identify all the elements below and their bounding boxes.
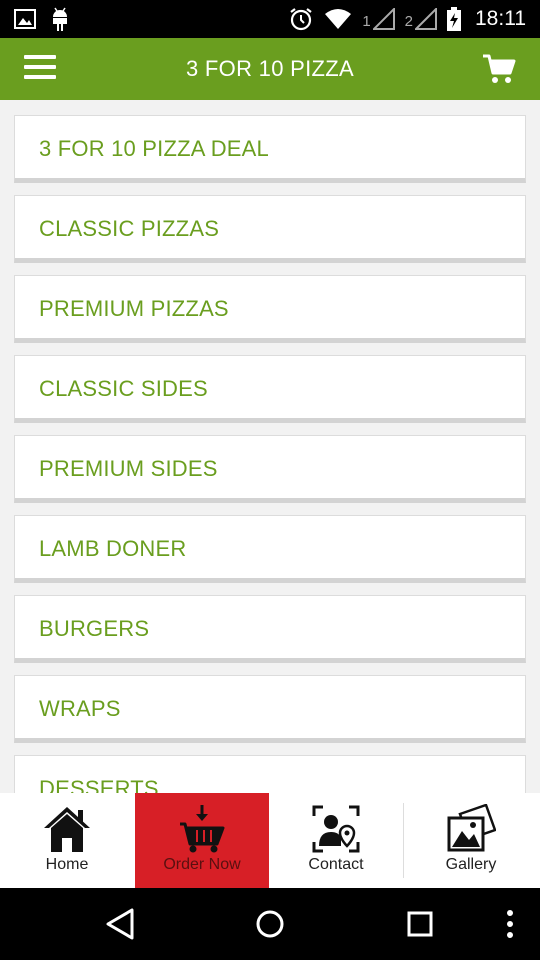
category-label: 3 FOR 10 PIZZA DEAL [39,136,269,161]
contact-location-icon [312,805,360,853]
more-vert-icon[interactable] [490,906,530,942]
sim2-label: 2 [404,13,413,30]
signal-icon [415,8,437,30]
nav-home[interactable]: Home [0,793,134,888]
nav-gallery[interactable]: Gallery [404,793,538,888]
page-title: 3 FOR 10 PIZZA [185,56,355,81]
system-navigation-bar [0,888,540,960]
alarm-icon [290,8,312,31]
category-item-classic-pizzas[interactable]: CLASSIC PIZZAS [14,195,526,263]
category-label: LAMB DONER [39,536,187,561]
gallery-icon [447,804,496,852]
gallery-notification-icon [14,9,36,29]
nav-home-label: Home [45,856,89,873]
menu-content: 3 FOR 10 PIZZA DEAL CLASSIC PIZZAS PREMI… [0,100,540,793]
back-icon[interactable] [102,906,142,942]
category-item-desserts[interactable]: DESSERTS [14,755,526,793]
category-label: CLASSIC PIZZAS [39,216,220,241]
bottom-navigation: Home Order Now Contact Gallery [0,793,540,888]
home-circle-icon[interactable] [250,906,290,942]
category-list: 3 FOR 10 PIZZA DEAL CLASSIC PIZZAS PREMI… [14,115,526,793]
category-label: DESSERTS [39,776,159,793]
recents-icon[interactable] [400,906,440,942]
category-item-3-for-10-pizza-deal[interactable]: 3 FOR 10 PIZZA DEAL [14,115,526,183]
android-icon [53,7,67,31]
sim2-signal: 2 [405,8,437,30]
nav-contact[interactable]: Contact [269,793,403,888]
category-item-lamb-doner[interactable]: LAMB DONER [14,515,526,583]
category-item-wraps[interactable]: WRAPS [14,675,526,743]
category-label: WRAPS [39,696,121,721]
category-label: PREMIUM SIDES [39,456,218,481]
category-label: PREMIUM PIZZAS [39,296,229,321]
home-icon [44,807,90,852]
category-item-burgers[interactable]: BURGERS [14,595,526,663]
nav-order-now-label: Order Now [163,856,241,873]
signal-icon [372,8,395,30]
nav-contact-label: Contact [308,856,364,873]
sim1-signal: 1 [362,8,395,30]
shopping-cart-icon[interactable] [482,53,516,85]
status-bar: 1 2 18:11 [0,0,540,38]
category-item-premium-sides[interactable]: PREMIUM SIDES [14,435,526,503]
nav-order-now[interactable]: Order Now [135,793,269,888]
category-item-classic-sides[interactable]: CLASSIC SIDES [14,355,526,423]
app-header: 3 FOR 10 PIZZA [0,38,540,100]
wifi-icon [325,9,352,29]
basket-icon [180,805,225,853]
status-time: 18:11 [475,7,526,30]
sim1-label: 1 [362,13,371,30]
category-item-premium-pizzas[interactable]: PREMIUM PIZZAS [14,275,526,343]
category-label: BURGERS [39,616,150,641]
battery-charging-icon [447,7,461,31]
category-label: CLASSIC SIDES [39,376,208,401]
nav-gallery-label: Gallery [445,856,497,873]
